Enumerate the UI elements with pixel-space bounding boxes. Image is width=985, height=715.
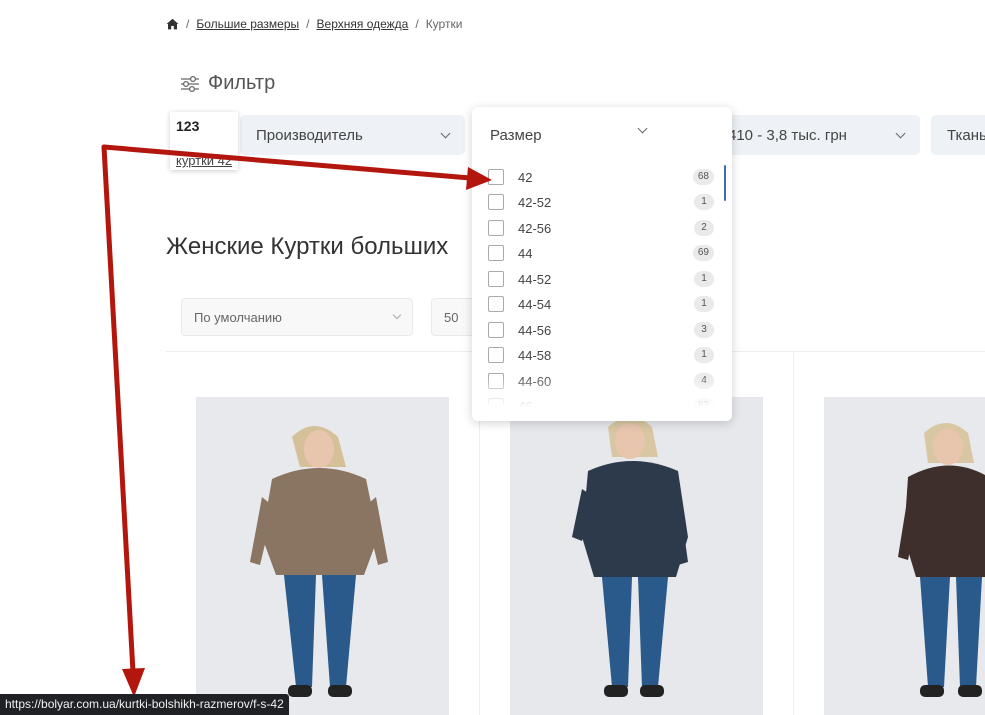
size-option-count: 68 (692, 169, 714, 185)
size-option[interactable]: 42 68 (488, 166, 714, 188)
product-card-image[interactable] (510, 397, 763, 715)
fabric-select[interactable]: Ткань (931, 115, 985, 155)
size-option[interactable]: 42-52 1 (488, 191, 714, 213)
size-filter-dropdown: Размер 42 68 42-52 1 42-56 2 44 69 44-52… (472, 107, 732, 421)
size-option-label: 44-54 (518, 296, 552, 312)
filter-heading: Фильтр (180, 72, 275, 95)
product-card-image[interactable] (196, 397, 449, 715)
size-option[interactable]: 44 69 (488, 242, 714, 264)
annotation-arrow-to-status (101, 144, 136, 675)
size-option-label: 42-52 (518, 194, 552, 210)
jacket-shape (262, 468, 378, 575)
size-option-label: 42-56 (518, 220, 552, 236)
size-list-scrollbar[interactable] (724, 165, 726, 201)
product-photo (196, 397, 449, 715)
size-checkbox[interactable] (488, 322, 504, 338)
breadcrumb-link-big-sizes[interactable]: Большие размеры (196, 17, 299, 31)
size-option-label: 42 (518, 169, 533, 185)
price-select[interactable]: 410 - 3,8 тыс. грн (712, 115, 920, 155)
product-photo (824, 397, 985, 715)
size-dropdown-header[interactable]: Размер (490, 127, 542, 144)
page-title: Женские Куртки больших (166, 233, 449, 260)
size-checkbox[interactable] (488, 220, 504, 236)
breadcrumb-link-outerwear[interactable]: Верхняя одежда (317, 17, 409, 31)
filter-result-link[interactable]: куртки 42 (176, 153, 232, 168)
breadcrumb-separator: / (415, 17, 419, 31)
size-list-fade (472, 375, 732, 421)
browser-status-bar: https://bolyar.com.ua/kurtki-bolshikh-ra… (0, 694, 289, 715)
size-option[interactable]: 42-56 2 (488, 217, 714, 239)
sort-select[interactable]: По умолчанию (181, 298, 413, 336)
filter-result-count: 123 (176, 118, 200, 134)
size-option-count: 3 (694, 322, 714, 338)
size-checkbox[interactable] (488, 296, 504, 312)
size-option[interactable]: 44-58 1 (488, 344, 714, 366)
product-grid-divider (793, 351, 794, 715)
sort-select-label: По умолчанию (194, 309, 282, 325)
size-option-label: 44-56 (518, 322, 552, 338)
filter-heading-label: Фильтр (208, 72, 276, 94)
size-option-label: 44 (518, 245, 533, 261)
size-option-label: 44-52 (518, 271, 552, 287)
sliders-icon (181, 75, 199, 92)
size-checkbox[interactable] (488, 271, 504, 287)
chevron-down-icon (637, 123, 648, 134)
manufacturer-select[interactable]: Производитель (240, 115, 465, 155)
chevron-down-icon (440, 128, 451, 138)
size-option-list[interactable]: 42 68 42-52 1 42-56 2 44 69 44-52 1 44-5… (472, 163, 732, 408)
jacket-shape (582, 461, 688, 577)
size-checkbox[interactable] (488, 169, 504, 185)
size-option-count: 1 (694, 271, 714, 287)
breadcrumb: / Большие размеры / Верхняя одежда / Кур… (166, 16, 462, 32)
home-icon[interactable] (166, 18, 179, 30)
size-option-count: 1 (694, 347, 714, 363)
size-checkbox[interactable] (488, 347, 504, 363)
size-option-count: 2 (694, 220, 714, 236)
manufacturer-select-label: Производитель (256, 126, 363, 144)
breadcrumb-current: Куртки (425, 17, 463, 31)
size-checkbox[interactable] (488, 245, 504, 261)
breadcrumb-separator: / (306, 17, 310, 31)
size-option-count: 1 (694, 194, 714, 210)
chevron-down-icon (392, 310, 402, 320)
product-photo (510, 397, 763, 715)
annotation-arrowhead (122, 668, 145, 697)
per-page-select-label: 50 (444, 309, 459, 325)
fabric-select-label: Ткань (947, 126, 985, 144)
size-option-count: 1 (694, 296, 714, 312)
chevron-down-icon (895, 128, 906, 138)
size-option[interactable]: 44-54 1 (488, 293, 714, 315)
product-card-image[interactable] (824, 397, 985, 715)
size-option[interactable]: 44-56 3 (488, 319, 714, 341)
breadcrumb-separator: / (186, 17, 190, 31)
size-option[interactable]: 44-52 1 (488, 268, 714, 290)
size-checkbox[interactable] (488, 194, 504, 210)
size-option-label: 44-58 (518, 347, 552, 363)
size-option-count: 69 (692, 245, 714, 261)
price-select-label: 410 - 3,8 тыс. грн (728, 126, 847, 144)
